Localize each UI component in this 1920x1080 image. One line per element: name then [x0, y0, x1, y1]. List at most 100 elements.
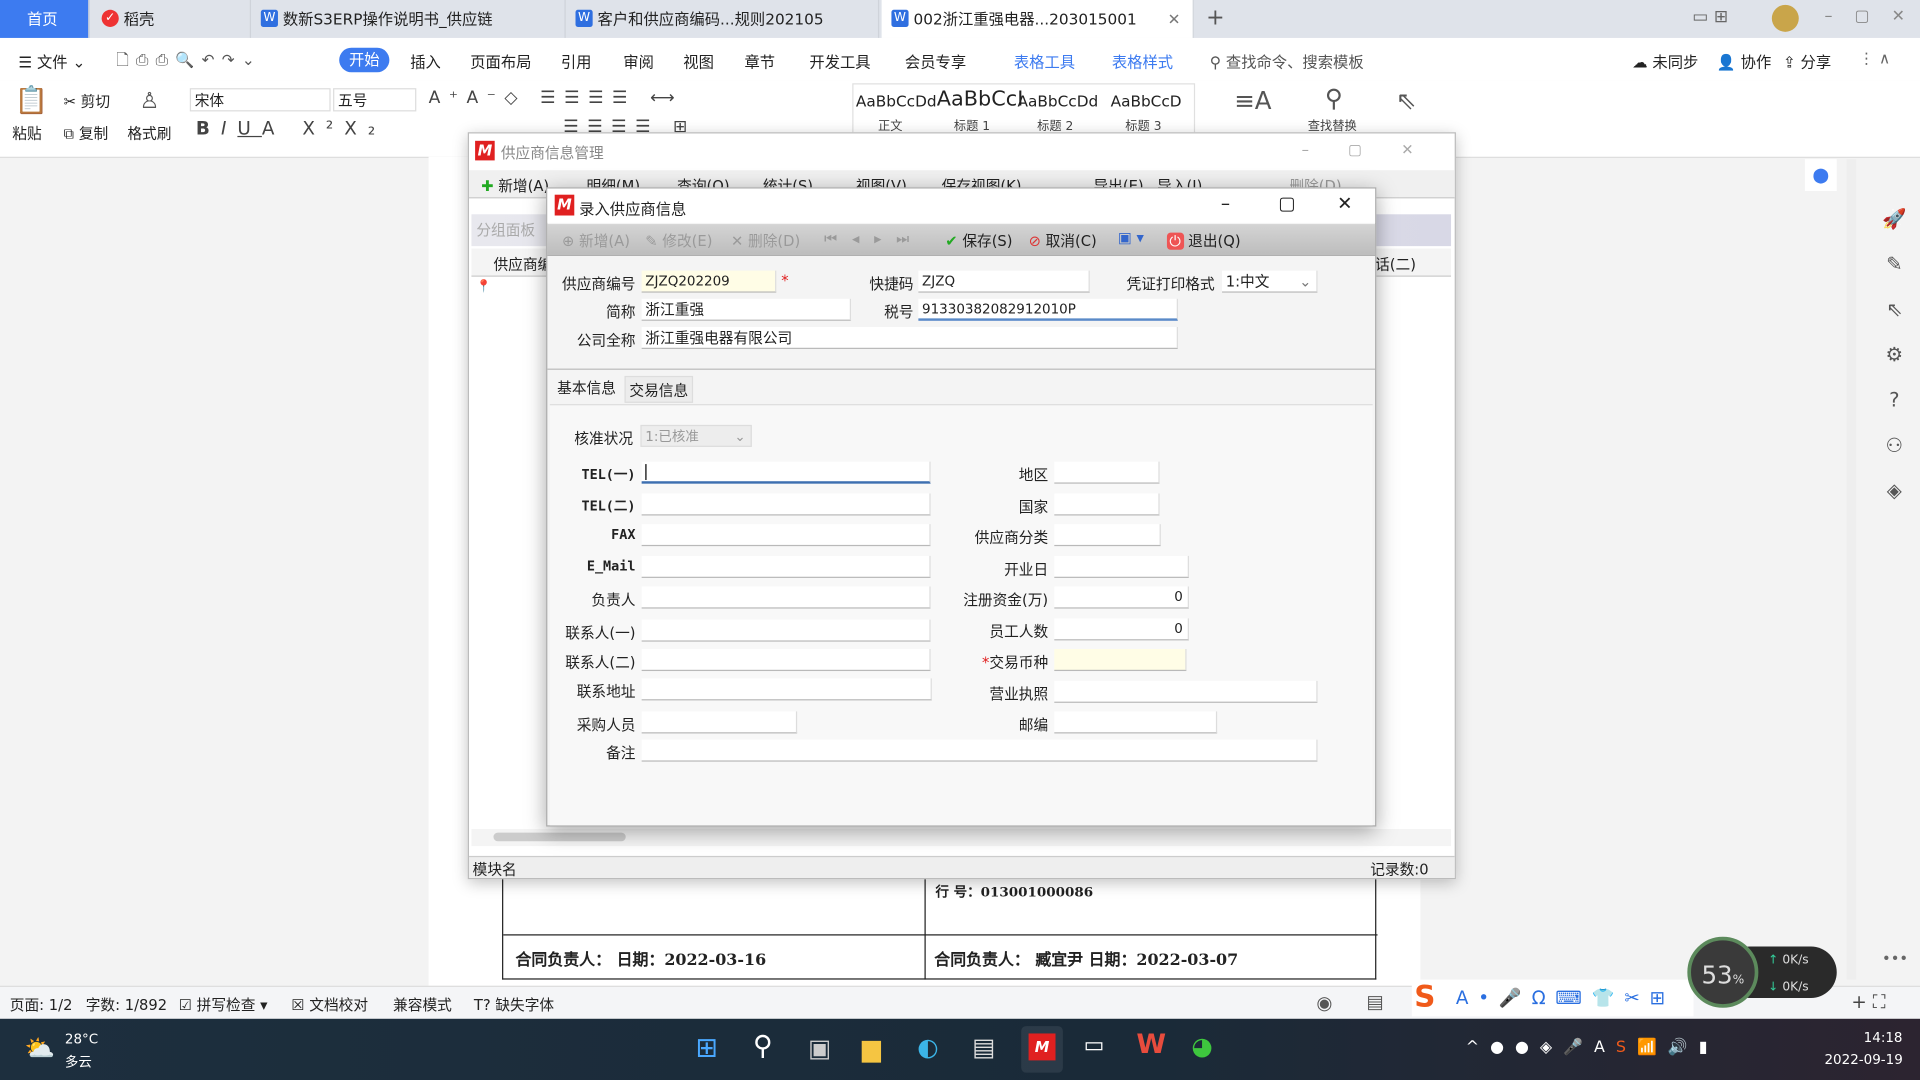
layout-icon[interactable]: ▭ ⊞ [1692, 7, 1728, 27]
column-header[interactable]: 话(二) [1375, 253, 1416, 274]
format-painter-button[interactable]: 格式刷 [127, 122, 171, 143]
compat-mode[interactable]: 兼容模式 [393, 994, 452, 1015]
window-controls[interactable]: –▢✕ [1302, 141, 1453, 158]
remark-input[interactable] [641, 739, 1318, 762]
tab-doc-2[interactable]: W 客户和供应商编码...规则202105 [566, 0, 880, 38]
spell-check-button[interactable]: ☑ 拼写检查 ▾ [179, 994, 268, 1015]
left-field-input[interactable] [641, 619, 931, 642]
menu-review[interactable]: 审阅 [623, 49, 654, 72]
left-field-input[interactable] [641, 678, 932, 701]
proofread-button[interactable]: ☒ 文档校对 [291, 994, 368, 1015]
right-field-input[interactable]: 0 [1054, 586, 1189, 609]
avatar[interactable] [1771, 4, 1799, 32]
right-field-input[interactable] [1054, 680, 1318, 703]
maximize-button[interactable]: ▢ [1278, 192, 1295, 214]
left-field-input[interactable] [641, 555, 931, 578]
command-search[interactable]: ⚲ 查找命令、搜索模板 [1210, 49, 1364, 72]
cut-button[interactable]: ✂ 剪切 [64, 91, 110, 112]
more-icon[interactable]: ⋮ ∧ [1859, 49, 1890, 67]
page-count[interactable]: 页面: 1/2 [10, 994, 73, 1015]
eye-icon[interactable]: ◉ [1316, 992, 1332, 1014]
tax-number-input[interactable]: 91330382082912010P [918, 298, 1178, 321]
delete-button[interactable]: ✕ 删除(D) [731, 230, 800, 251]
paragraph-icons[interactable]: A⁺A⁻◇ ☰☰☰☰ ⟷ [429, 88, 684, 108]
right-field-input[interactable] [1054, 461, 1160, 484]
menu-start[interactable]: 开始 [339, 47, 390, 73]
menu-member[interactable]: 会员专享 [905, 49, 966, 72]
menu-page-layout[interactable]: 页面布局 [470, 49, 531, 72]
font-name-select[interactable]: 宋体 [189, 88, 331, 112]
tab-trade-info[interactable]: 交易信息 [624, 375, 694, 403]
right-field-input[interactable] [1054, 493, 1160, 516]
wps-icon[interactable]: W [1136, 1030, 1166, 1061]
style-heading1[interactable]: AaBbCcI [937, 87, 1024, 111]
style-heading3[interactable]: AaBbCcD [1111, 92, 1182, 110]
left-field-input[interactable] [641, 711, 798, 734]
share-button[interactable]: ⇪ 分享 [1783, 49, 1831, 72]
new-tab-button[interactable]: + [1206, 5, 1224, 31]
clock-time[interactable]: 14:18 [1864, 1030, 1903, 1046]
tab-home[interactable]: 首页 [0, 0, 90, 38]
left-field-input[interactable] [641, 461, 931, 484]
left-field-input[interactable] [641, 648, 931, 672]
file-explorer-icon[interactable]: ▆ [862, 1033, 881, 1062]
system-tray-icons[interactable]: ^●●◈🎤AS📶🔊▮ [1466, 1038, 1719, 1056]
font-format-icons[interactable]: BIUA X²X₂ [196, 118, 386, 140]
ime-toolbar[interactable]: S A•🎤Ω⌨👕✂⊞ [1411, 979, 1694, 1017]
edge-icon[interactable]: ◐ [917, 1032, 938, 1061]
search-icon[interactable]: ⚲ [753, 1031, 773, 1062]
right-field-input[interactable] [1054, 648, 1187, 672]
new-button[interactable]: ⊕ 新增(A) [562, 230, 630, 251]
task-view-icon[interactable]: ▣ [808, 1033, 831, 1062]
temperature[interactable]: 28°C [65, 1031, 98, 1047]
find-replace-label[interactable]: 查找替换 [1308, 115, 1357, 133]
right-field-input[interactable] [1054, 555, 1189, 578]
erp-app-icon[interactable]: M [1021, 1026, 1063, 1073]
tab-doc-1[interactable]: W 数新S3ERP操作说明书_供应链 [251, 0, 566, 38]
minimize-button[interactable]: – [1221, 192, 1230, 214]
sync-button[interactable]: ☁ 未同步 [1632, 49, 1698, 72]
column-header[interactable]: 供应商编 [493, 253, 552, 274]
cancel-button[interactable]: ⊘ 取消(C) [1029, 230, 1097, 251]
menu-insert[interactable]: 插入 [410, 49, 441, 72]
quick-access-icons[interactable]: 🗋⎙⎙🔍↶↷⌄ [116, 49, 262, 75]
camera-icon[interactable]: ▭ [1084, 1032, 1105, 1058]
store-icon[interactable]: ▤ [972, 1032, 995, 1061]
left-field-input[interactable] [641, 493, 931, 516]
copy-button[interactable]: ⧉ 复制 [64, 122, 109, 143]
full-name-input[interactable]: 浙江重强电器有限公司 [641, 326, 1178, 349]
edit-button[interactable]: ✎ 修改(E) [645, 230, 712, 251]
location-icon[interactable]: ⬤ [1804, 159, 1837, 192]
supplier-code-input[interactable]: ZJZQ202209 [641, 270, 777, 293]
word-count[interactable]: 字数: 1/892 [86, 994, 167, 1015]
save-button[interactable]: ✔ 保存(S) [945, 230, 1012, 251]
menu-chapter[interactable]: 章节 [744, 49, 775, 72]
weather-text[interactable]: 多云 [65, 1052, 92, 1072]
tab-basic-info[interactable]: 基本信息 [549, 373, 624, 403]
left-field-input[interactable] [641, 524, 931, 547]
tab-doc-active[interactable]: W 002浙江重强电器...203015001 ✕ [881, 0, 1194, 38]
missing-font-button[interactable]: T? 缺失字体 [474, 994, 554, 1015]
right-field-input[interactable] [1054, 711, 1218, 734]
network-speed-widget[interactable]: 53% ↑ 0K/s ↓ 0K/s [1687, 936, 1837, 1013]
paste-button[interactable]: 粘贴 [12, 122, 41, 143]
zoom-in-icon[interactable]: + ⛶ [1851, 991, 1885, 1013]
tab-daoke[interactable]: ✓ 稻壳 [92, 0, 252, 38]
right-field-input[interactable]: 0 [1054, 618, 1189, 641]
collab-button[interactable]: 👤 协作 [1717, 49, 1772, 72]
window-controls[interactable]: –▢✕ [1824, 7, 1920, 25]
style-gallery[interactable]: AaBbCcDd AaBbCcI AaBbCcDd AaBbCcD 正文 标题 … [852, 83, 1196, 135]
style-normal[interactable]: AaBbCcDd [856, 92, 937, 110]
close-icon[interactable]: ✕ [1168, 0, 1181, 38]
toolbar-new[interactable]: ✚ 新增(A) [481, 175, 549, 196]
style-heading2[interactable]: AaBbCcDd [1018, 92, 1099, 110]
more-icon[interactable]: ••• [1882, 950, 1908, 967]
ime-tool-icons[interactable]: A•🎤Ω⌨👕✂⊞ [1456, 987, 1675, 1009]
menu-reference[interactable]: 引用 [561, 49, 592, 72]
find-replace-icon[interactable]: ⚲ [1325, 83, 1343, 112]
start-icon[interactable]: ⊞ [696, 1033, 719, 1064]
print-format-select[interactable]: 1:中文 ⌄ [1222, 270, 1318, 293]
record-nav-icons[interactable]: ⏮◂▸⏭ [824, 230, 924, 248]
page-view-icon[interactable]: ▤ [1367, 991, 1384, 1013]
menu-table-style[interactable]: 表格样式 [1112, 49, 1173, 72]
